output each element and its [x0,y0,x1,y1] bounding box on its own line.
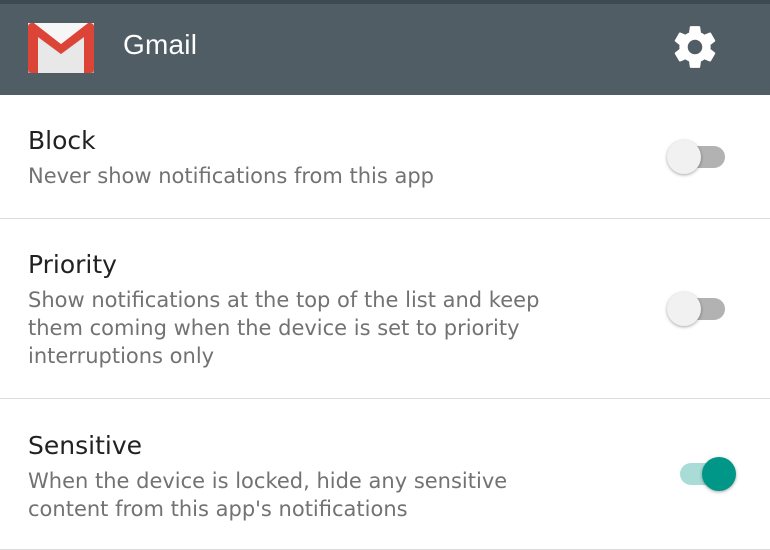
toggle-thumb [667,292,701,326]
setting-row-sensitive[interactable]: Sensitive When the device is locked, hid… [0,399,770,550]
sensitive-toggle[interactable] [670,453,736,493]
setting-title: Sensitive [28,431,142,460]
settings-list: Block Never show notifications from this… [0,95,770,550]
setting-description: Show notifications at the top of the lis… [28,288,540,368]
setting-title: Priority [28,250,117,279]
app-title: Gmail [123,29,198,60]
setting-row-priority[interactable]: Priority Show notifications at the top o… [0,219,770,399]
setting-title: Block [28,126,96,155]
block-toggle[interactable] [667,136,731,176]
toggle-thumb [667,140,701,174]
app-notification-settings: Gmail Block Never show notifications fro… [0,0,770,550]
gmail-envelope-icon [28,23,94,73]
app-header: Gmail [0,0,770,95]
status-bar-edge [0,0,770,4]
priority-toggle[interactable] [667,288,731,328]
setting-description: Never show notifications from this app [28,164,435,188]
settings-button[interactable] [668,22,722,76]
setting-description: When the device is locked, hide any sens… [28,469,508,521]
toggle-thumb [702,457,736,491]
gear-icon [670,22,720,76]
setting-row-block[interactable]: Block Never show notifications from this… [0,95,770,219]
